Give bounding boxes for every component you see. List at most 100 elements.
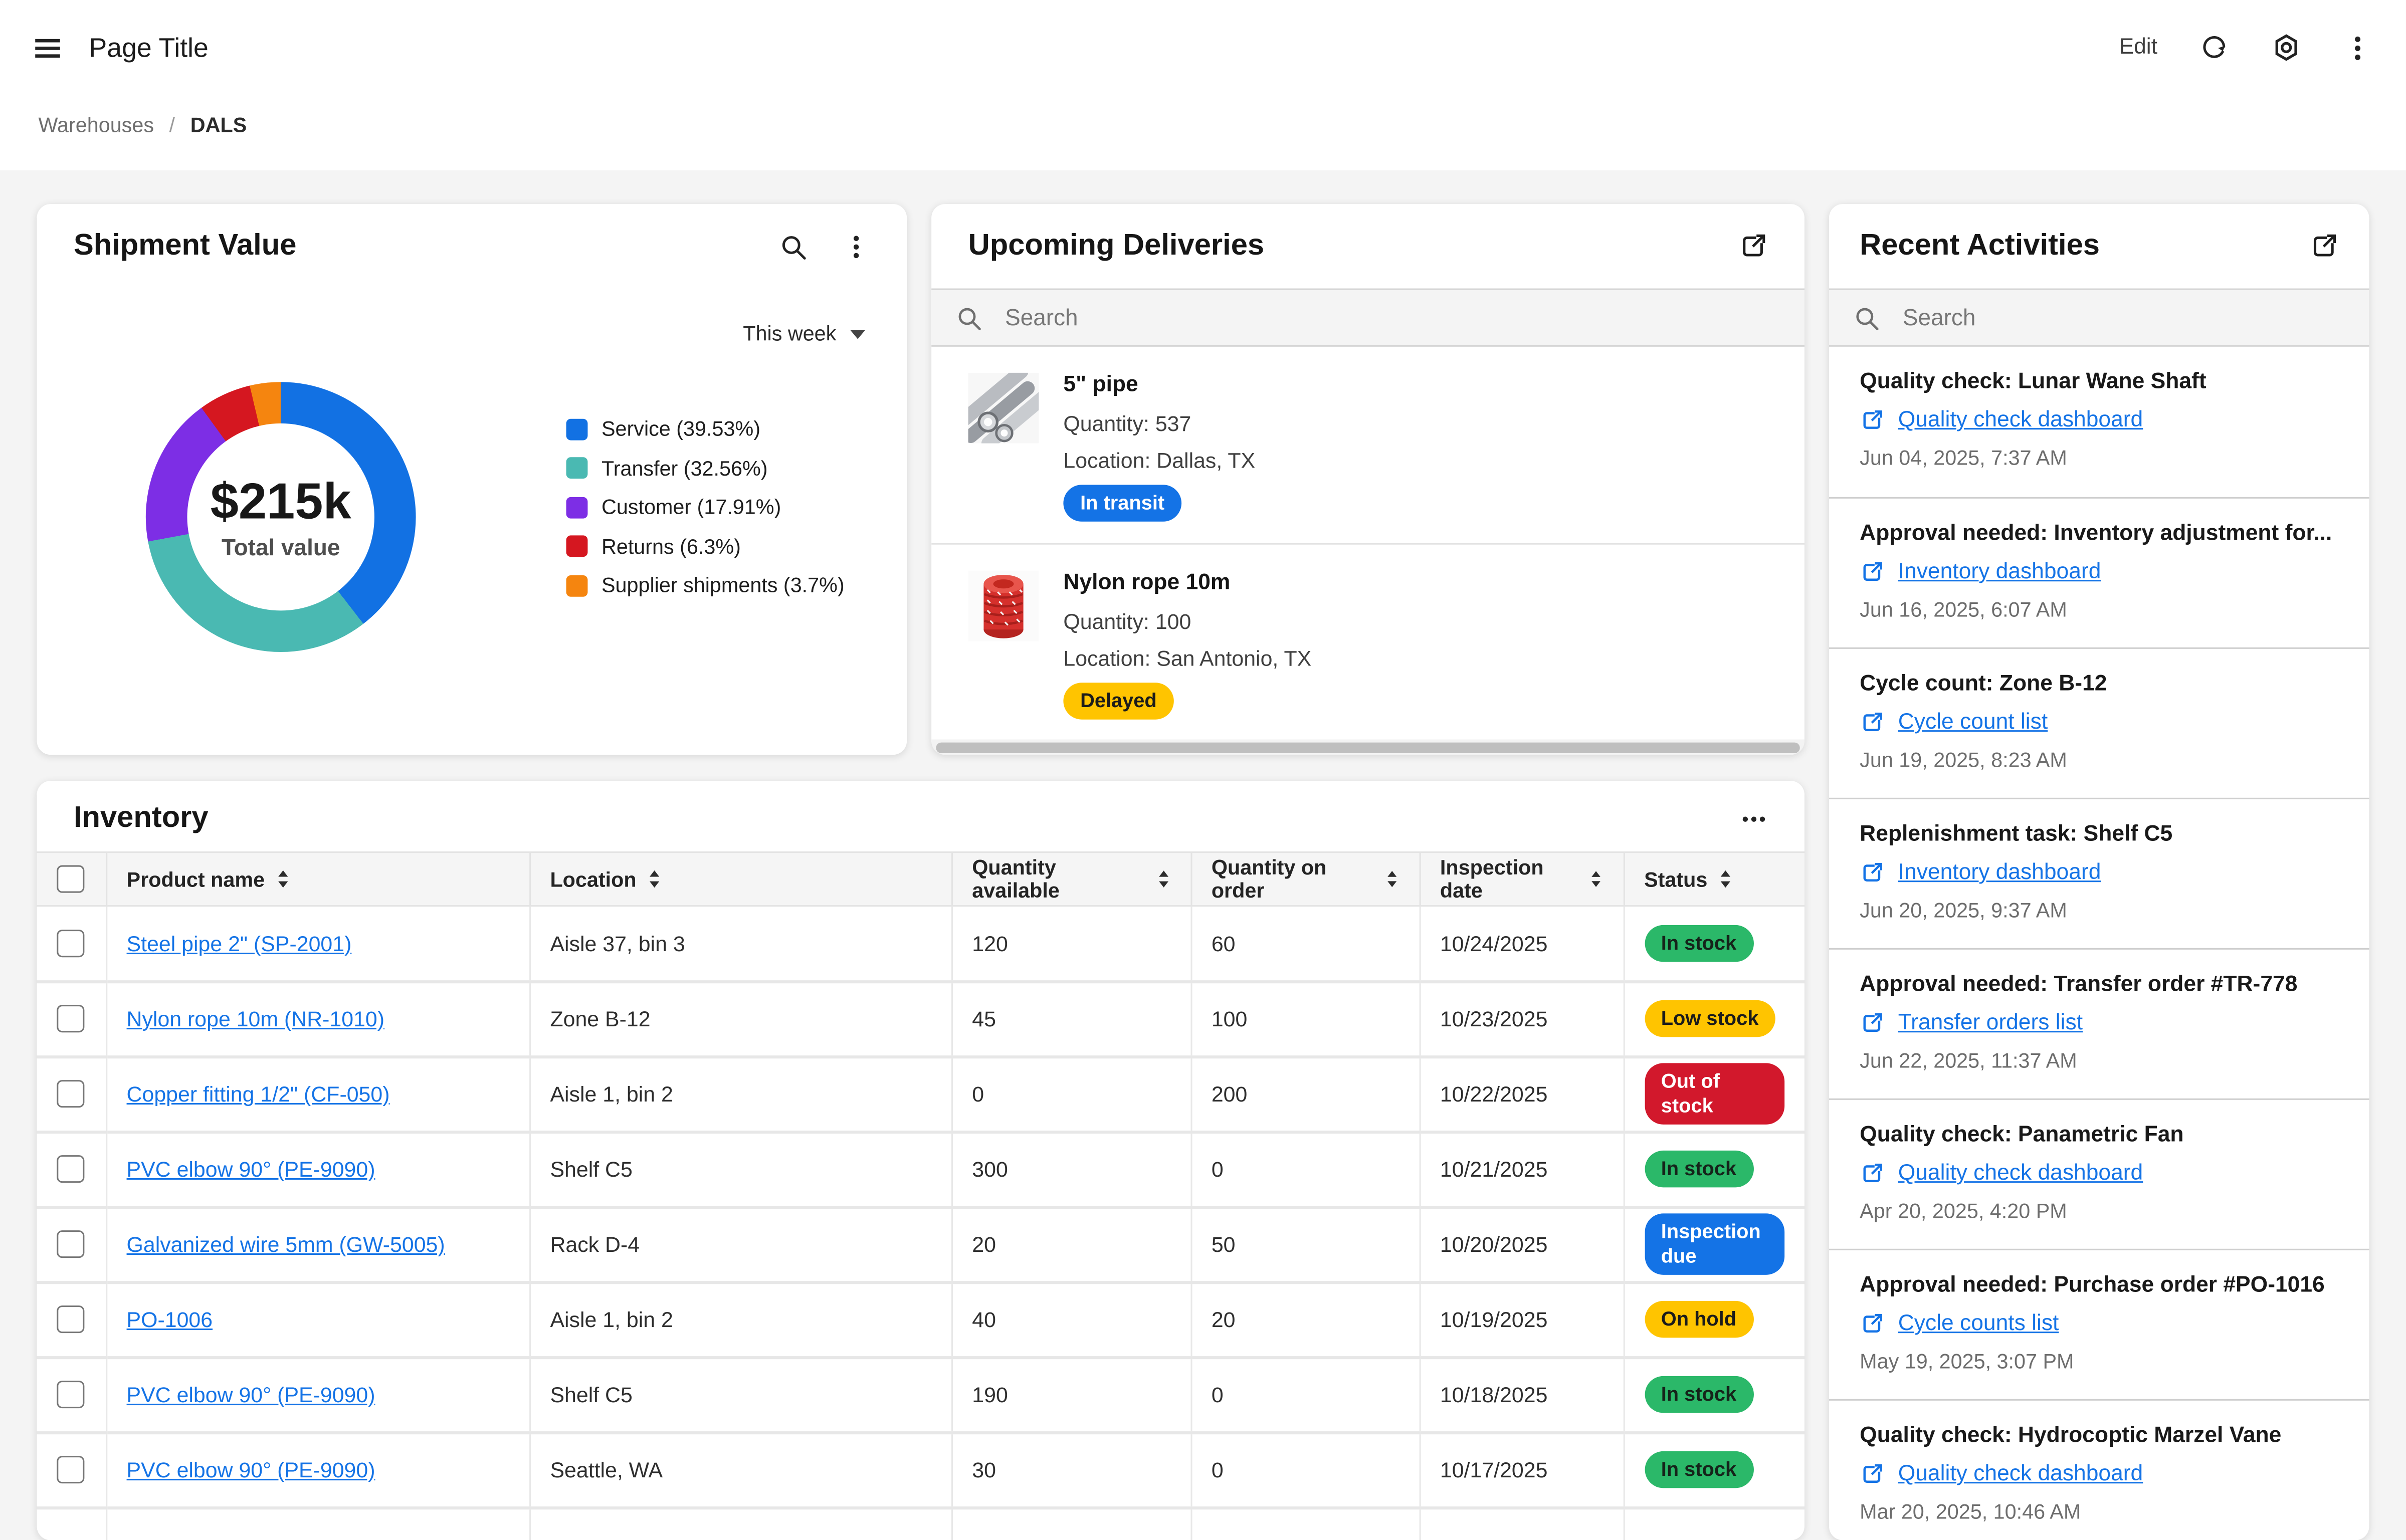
overflow-menu-button[interactable] bbox=[2343, 33, 2372, 62]
cell-product-name: PO-1006 bbox=[106, 1282, 529, 1357]
external-link-icon bbox=[1860, 1462, 1884, 1486]
shipment-overflow-button[interactable] bbox=[843, 233, 870, 260]
row-checkbox[interactable] bbox=[57, 1456, 85, 1483]
activity-link[interactable]: Quality check dashboard bbox=[1898, 408, 2143, 432]
cell-location: Seattle, WA bbox=[529, 1432, 951, 1507]
activity-link[interactable]: Quality check dashboard bbox=[1898, 1161, 2143, 1186]
period-dropdown[interactable]: This week bbox=[37, 289, 907, 345]
deliveries-search[interactable] bbox=[931, 289, 1804, 347]
external-link-icon bbox=[1860, 860, 1884, 885]
product-link[interactable]: Steel pipe 2" (SP-2001) bbox=[127, 931, 352, 955]
deliveries-search-input[interactable] bbox=[1002, 303, 1780, 332]
row-checkbox-cell[interactable] bbox=[37, 906, 106, 981]
column-header-quantity-on-order[interactable]: Quantity on order bbox=[1190, 852, 1419, 906]
deliveries-open-button[interactable] bbox=[1738, 232, 1767, 261]
row-checkbox[interactable] bbox=[57, 1305, 85, 1333]
row-checkbox-cell[interactable] bbox=[37, 1282, 106, 1357]
column-header-location[interactable]: Location bbox=[529, 852, 951, 906]
activity-link[interactable]: Cycle counts list bbox=[1898, 1311, 2059, 1336]
hamburger-menu-button[interactable] bbox=[34, 33, 63, 62]
shipment-search-button[interactable] bbox=[779, 233, 807, 260]
activity-date: Jun 19, 2025, 8:23 AM bbox=[1860, 749, 2338, 772]
row-checkbox-cell[interactable] bbox=[37, 981, 106, 1056]
activity-date: Apr 20, 2025, 4:20 PM bbox=[1860, 1200, 2338, 1223]
row-checkbox[interactable] bbox=[57, 1230, 85, 1258]
activity-date: Jun 04, 2025, 7:37 AM bbox=[1860, 447, 2338, 470]
row-checkbox-cell[interactable] bbox=[37, 1357, 106, 1432]
row-checkbox-cell[interactable] bbox=[37, 1207, 106, 1282]
activity-link[interactable]: Inventory dashboard bbox=[1898, 560, 2101, 584]
inventory-overflow-button[interactable] bbox=[1740, 805, 1767, 832]
refresh-button[interactable] bbox=[2199, 32, 2230, 63]
cell-quantity-on-order: 0 bbox=[1190, 1357, 1419, 1432]
product-link[interactable]: Galvanized wire 5mm (GW-5005) bbox=[127, 1232, 445, 1256]
activities-search[interactable] bbox=[1829, 289, 2369, 347]
activities-open-button[interactable] bbox=[2309, 232, 2338, 261]
activities-search-input[interactable] bbox=[1900, 303, 2345, 332]
activity-date: Jun 22, 2025, 11:37 AM bbox=[1860, 1049, 2338, 1072]
sort-icon bbox=[647, 870, 661, 889]
column-header-inspection-date[interactable]: Inspection date bbox=[1420, 852, 1624, 906]
select-all-checkbox[interactable] bbox=[57, 865, 85, 893]
edit-button[interactable]: Edit bbox=[2119, 35, 2158, 60]
activity-title: Cycle count: Zone B-12 bbox=[1860, 672, 2338, 697]
product-link[interactable]: PVC elbow 90° (PE-9090) bbox=[127, 1157, 375, 1181]
row-checkbox[interactable] bbox=[57, 1381, 85, 1408]
deliveries-horizontal-scrollbar[interactable] bbox=[931, 739, 1804, 755]
status-badge: In stock bbox=[1644, 1151, 1753, 1187]
row-checkbox-cell[interactable] bbox=[37, 1432, 106, 1507]
row-checkbox[interactable] bbox=[57, 1005, 85, 1032]
table-row: Galvanized wire 5mm (GW-5005) Rack D-4 2… bbox=[37, 1207, 1804, 1282]
cell-status: Inspection due bbox=[1624, 1207, 1804, 1282]
activity-link[interactable]: Inventory dashboard bbox=[1898, 860, 2101, 885]
row-checkbox[interactable] bbox=[57, 929, 85, 957]
product-link[interactable]: PVC elbow 90° (PE-9090) bbox=[127, 1457, 375, 1482]
delivery-name: 5" pipe bbox=[1063, 373, 1255, 397]
activity-link[interactable]: Transfer orders list bbox=[1898, 1011, 2083, 1035]
legend-color-chip bbox=[566, 535, 588, 557]
column-header-quantity-available[interactable]: Quantity available bbox=[951, 852, 1191, 906]
row-checkbox-cell[interactable] bbox=[37, 1132, 106, 1207]
cell-product-name: PVC elbow 90° (PE-9090) bbox=[106, 1132, 529, 1207]
activity-title: Replenishment task: Shelf C5 bbox=[1860, 822, 2338, 847]
cell-quantity-on-order: 50 bbox=[1190, 1207, 1419, 1282]
delivery-location: Location: Dallas, TX bbox=[1063, 448, 1255, 473]
product-link[interactable]: Nylon rope 10m (NR-1010) bbox=[127, 1006, 385, 1031]
delivery-item: Nylon rope 10m Quantity: 100 Location: S… bbox=[931, 543, 1804, 740]
search-icon bbox=[779, 233, 807, 260]
external-link-icon bbox=[1860, 1011, 1884, 1035]
cell-location: Zone B-12 bbox=[529, 981, 951, 1056]
cell-inspection-date: 10/20/2025 bbox=[1420, 1207, 1624, 1282]
activity-title: Approval needed: Purchase order #PO-1016 bbox=[1860, 1273, 2338, 1298]
activity-item: Approval needed: Purchase order #PO-1016… bbox=[1829, 1249, 2369, 1399]
activity-item: Approval needed: Transfer order #TR-778 … bbox=[1829, 948, 2369, 1098]
activity-link[interactable]: Cycle count list bbox=[1898, 710, 2048, 735]
scrollbar-thumb[interactable] bbox=[936, 742, 1799, 752]
product-link[interactable]: PO-1006 bbox=[127, 1307, 213, 1332]
row-checkbox-cell[interactable] bbox=[37, 1056, 106, 1132]
settings-button[interactable] bbox=[2271, 32, 2302, 63]
external-link-icon bbox=[1860, 1161, 1884, 1186]
column-header-product-name[interactable]: Product name bbox=[106, 852, 529, 906]
breadcrumb-current: DALS bbox=[190, 114, 247, 137]
product-image bbox=[968, 373, 1039, 444]
product-link[interactable]: PVC elbow 90° (PE-9090) bbox=[127, 1382, 375, 1407]
legend-label: Customer (17.91%) bbox=[602, 496, 781, 519]
activity-item: Quality check: Lunar Wane Shaft Quality … bbox=[1829, 347, 2369, 497]
page-title: Page Title bbox=[89, 32, 209, 64]
cell-product-name: Nylon rope 10m (NR-1010) bbox=[106, 981, 529, 1056]
breadcrumb-warehouses[interactable]: Warehouses bbox=[39, 114, 154, 137]
activity-link[interactable]: Quality check dashboard bbox=[1898, 1462, 2143, 1486]
period-label: This week bbox=[743, 322, 836, 345]
row-checkbox[interactable] bbox=[57, 1155, 85, 1183]
select-all-checkbox-cell[interactable] bbox=[37, 852, 106, 906]
column-header-status[interactable]: Status bbox=[1624, 852, 1804, 906]
status-badge: Out of stock bbox=[1644, 1063, 1784, 1124]
table-row-partial bbox=[37, 1507, 1804, 1540]
product-link[interactable]: Copper fitting 1/2" (CF-050) bbox=[127, 1081, 390, 1106]
shipment-value-card: Shipment Value This week bbox=[37, 204, 907, 755]
cell-status: Low stock bbox=[1624, 981, 1804, 1056]
row-checkbox[interactable] bbox=[57, 1080, 85, 1108]
status-badge: Delayed bbox=[1063, 683, 1173, 719]
activity-item: Quality check: Hydrocoptic Marzel Vane Q… bbox=[1829, 1399, 2369, 1540]
